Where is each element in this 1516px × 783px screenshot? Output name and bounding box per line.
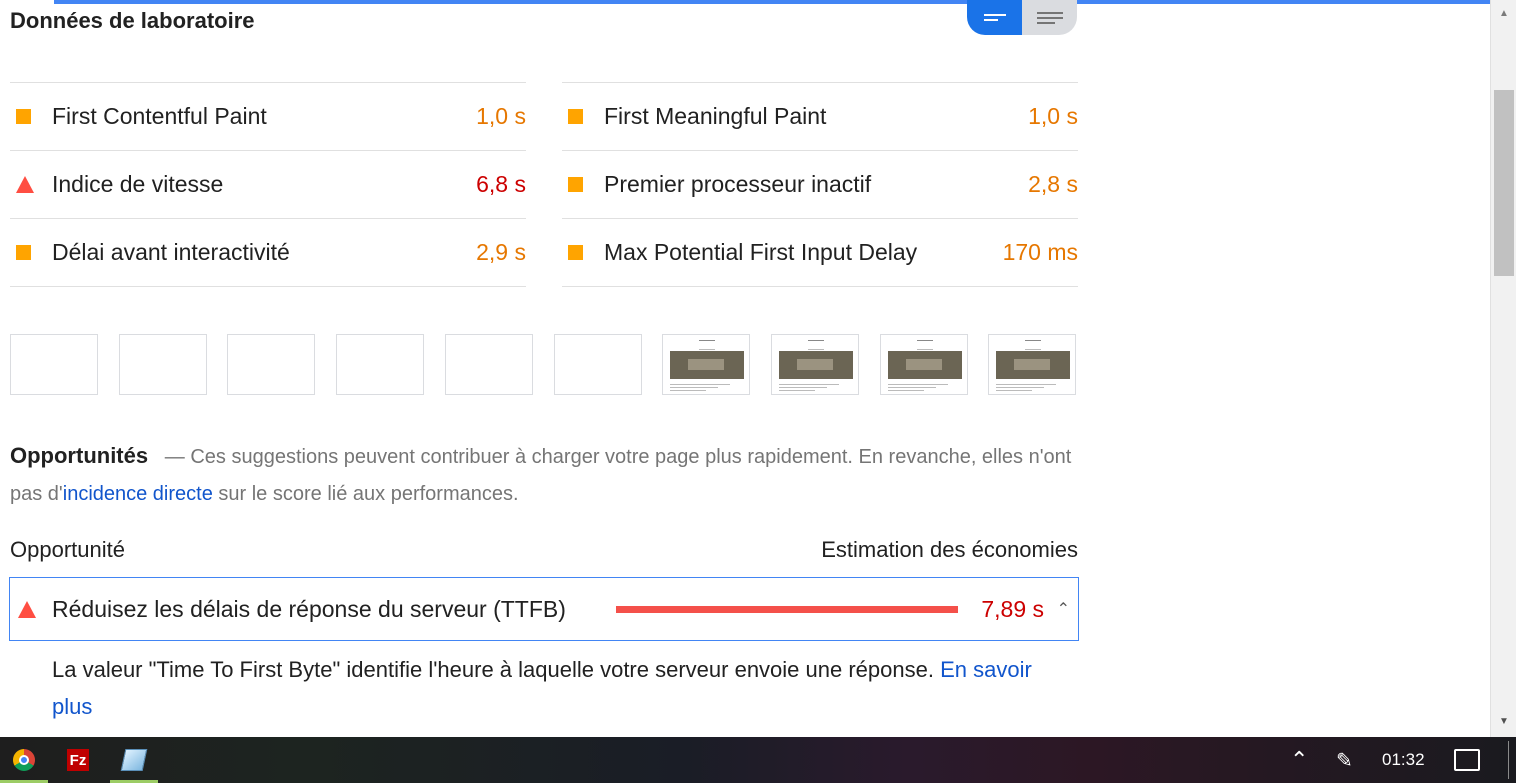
- scroll-up-arrow-icon[interactable]: ▲: [1499, 8, 1509, 19]
- view-list-button[interactable]: [1022, 0, 1077, 35]
- metric-value: 2,8 s: [1028, 171, 1078, 197]
- taskbar-notebook[interactable]: [110, 737, 158, 783]
- filmstrip-frame: [771, 334, 859, 395]
- metric-label: Premier processeur inactif: [604, 171, 872, 197]
- section-title: Données de laboratoire: [10, 8, 255, 33]
- filmstrip-frame-empty: [119, 334, 207, 395]
- metric-value: 6,8 s: [476, 171, 526, 197]
- pen-workspace-icon[interactable]: ✎: [1336, 737, 1353, 783]
- filmstrip-frame-empty: [445, 334, 533, 395]
- notebook-icon: [120, 749, 148, 771]
- taskbar: Fz ⌃ ✎ 01:32: [0, 737, 1516, 783]
- savings-value: 7,89 s: [981, 595, 1044, 622]
- opportunities-description-end: sur le score lié aux performances.: [212, 483, 519, 505]
- filmstrip-frame: [880, 334, 968, 395]
- filmstrip-frame-empty: [554, 334, 642, 395]
- opportunity-ttfb-row[interactable]: Réduisez les délais de réponse du serveu…: [9, 577, 1079, 641]
- filmstrip-frame: [988, 334, 1076, 395]
- vertical-scrollbar[interactable]: ▲ ▼: [1490, 0, 1516, 737]
- title-dash: —: [164, 446, 185, 468]
- metric-value: 1,0 s: [1028, 103, 1078, 129]
- show-hidden-icons-chevron-icon[interactable]: ⌃: [1290, 737, 1308, 783]
- orange-square-icon: [16, 109, 31, 124]
- chevron-up-icon[interactable]: ⌃: [1057, 599, 1070, 619]
- metric-label: Délai avant interactivité: [52, 239, 290, 265]
- orange-square-icon: [568, 177, 583, 192]
- scrollbar-thumb[interactable]: [1494, 90, 1514, 276]
- ttfb-description: La valeur "Time To First Byte" identifie…: [52, 657, 941, 682]
- view-summary-button[interactable]: [967, 0, 1022, 35]
- metrics-column-left: First Contentful Paint 1,0 s Indice de v…: [10, 82, 526, 287]
- column-header-savings: Estimation des économies: [821, 537, 1078, 562]
- scroll-down-arrow-icon[interactable]: ▼: [1499, 716, 1509, 727]
- red-triangle-icon: [16, 176, 34, 193]
- taskbar-chrome[interactable]: [0, 737, 48, 783]
- opportunity-description: La valeur "Time To First Byte" identifie…: [52, 651, 1052, 725]
- savings-bar: [616, 606, 958, 613]
- taskbar-filezilla[interactable]: Fz: [54, 737, 102, 783]
- opportunity-label: Réduisez les délais de réponse du serveu…: [52, 595, 566, 622]
- metric-label: Indice de vitesse: [52, 171, 224, 197]
- metric-first-cpu-idle: Premier processeur inactif 2,8 s: [562, 150, 1078, 218]
- long-lines-icon: [1036, 11, 1063, 24]
- column-header-opportunity: Opportunité: [10, 537, 125, 562]
- chrome-icon: [13, 749, 35, 771]
- opportunities-title: Opportunités: [10, 443, 149, 468]
- orange-square-icon: [568, 109, 583, 124]
- filmstrip-frame-empty: [227, 334, 315, 395]
- page-loading-bar: [0, 0, 1490, 4]
- metric-time-to-interactive: Délai avant interactivité 2,9 s: [10, 218, 526, 287]
- metric-first-contentful-paint: First Contentful Paint 1,0 s: [10, 82, 526, 150]
- filezilla-icon: Fz: [67, 749, 89, 771]
- show-desktop-edge[interactable]: [1508, 741, 1509, 779]
- filmstrip-frame-empty: [336, 334, 424, 395]
- metric-label: Max Potential First Input Delay: [604, 239, 918, 265]
- metric-label: First Contentful Paint: [52, 103, 267, 129]
- clock[interactable]: 01:32: [1382, 737, 1425, 783]
- orange-square-icon: [568, 245, 583, 260]
- metric-speed-index: Indice de vitesse 6,8 s: [10, 150, 526, 218]
- filmstrip-frame-empty: [10, 334, 98, 395]
- metric-value: 170 ms: [1002, 239, 1078, 265]
- metric-value: 1,0 s: [476, 103, 526, 129]
- notification-center-icon[interactable]: [1454, 749, 1480, 771]
- metric-first-meaningful-paint: First Meaningful Paint 1,0 s: [562, 82, 1078, 150]
- incidence-link[interactable]: incidence directe: [63, 483, 213, 505]
- metric-max-potential-fid: Max Potential First Input Delay 170 ms: [562, 218, 1078, 287]
- metric-label: First Meaningful Paint: [604, 103, 827, 129]
- red-triangle-icon: [18, 600, 36, 618]
- orange-square-icon: [16, 245, 31, 260]
- metric-value: 2,9 s: [476, 239, 526, 265]
- filmstrip-frame: [662, 334, 750, 395]
- short-lines-icon: [983, 14, 1006, 21]
- opportunities-intro: Opportunités — Ces suggestions peuvent c…: [10, 437, 1078, 513]
- metrics-column-right: First Meaningful Paint 1,0 s Premier pro…: [562, 82, 1078, 287]
- view-toggle[interactable]: [967, 0, 1078, 35]
